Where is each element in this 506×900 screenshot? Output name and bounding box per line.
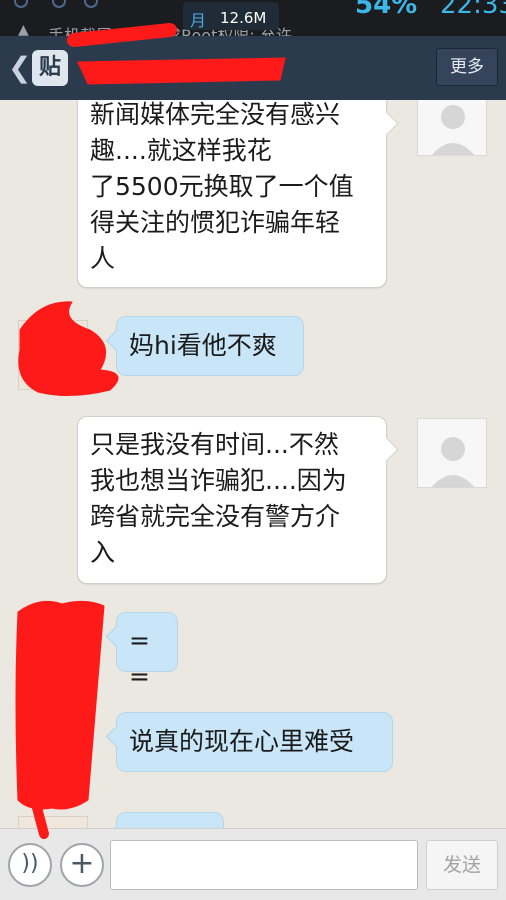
warning-icon: ▲ [18,22,29,36]
default-avatar-icon [431,105,475,155]
message-line: 妈hi看他不爽 [129,331,277,360]
title-bar: ❮ 贴 更多 [0,36,506,100]
input-bar: )) + 发送 [0,828,506,900]
app-notification-icon [52,0,66,8]
plus-icon[interactable]: + [60,843,104,887]
calendar-icon: 月 [190,11,207,30]
battery-level: 54% [355,0,418,20]
message-line: 了5500元换取了一个值 [90,172,354,201]
tieba-badge[interactable]: 贴 [32,50,68,86]
avatar[interactable] [417,100,487,156]
message-bubble-incoming[interactable]: 说真的现在心里难受 [116,712,393,772]
message-bubble-outgoing[interactable]: 新闻媒体完全没有感兴 趣....就这样我花 了5500元换取了一个值 得关注的惯… [77,100,387,288]
message-line: 只是我没有时间...不然 [90,430,339,459]
avatar[interactable] [18,816,88,828]
clock: 22:33 [440,0,506,20]
voice-wave-icon[interactable]: )) [8,843,52,887]
message-bubble-incoming[interactable]: 妈hi看他不爽 [116,316,304,376]
message-line: 跨省就完全没有警方介 [90,502,341,531]
chat-area[interactable]: 新闻媒体完全没有感兴 趣....就这样我花 了5500元换取了一个值 得关注的惯… [0,100,506,828]
message-line: 我也想当诈骗犯....因为 [90,466,347,495]
app-notification-icon [84,0,98,8]
message-line: 人 [90,244,116,273]
more-button[interactable]: 更多 [436,48,498,86]
send-button[interactable]: 发送 [426,840,498,890]
app-notification-icon [14,0,28,8]
avatar[interactable] [18,614,88,684]
message-bubble-incoming[interactable] [116,812,224,828]
message-input[interactable] [110,840,418,890]
message-bubble-incoming[interactable]: = = [116,612,178,691]
message-bubble-outgoing[interactable]: 只是我没有时间...不然 我也想当诈骗犯....因为 跨省就完全没有警方介 入 [77,416,387,584]
message-line: 新闻媒体完全没有感兴 [90,100,341,129]
avatar[interactable] [417,418,487,488]
chevron-left-icon[interactable]: ❮ [8,52,31,84]
message-line: = = [129,626,150,691]
message-line: 趣....就这样我花 [90,136,272,165]
message-line: 得关注的惯犯诈骗年轻 [90,208,341,237]
default-avatar-icon [431,437,475,487]
message-line: 入 [90,538,116,567]
avatar[interactable] [18,320,88,390]
status-bar: ▲ 手机截屏工具 请求Root权限: 允许 月 12.6M 54% 22:33 [0,0,506,36]
network-speed: 12.6M [220,9,267,27]
message-line: 说真的现在心里难受 [129,727,355,756]
